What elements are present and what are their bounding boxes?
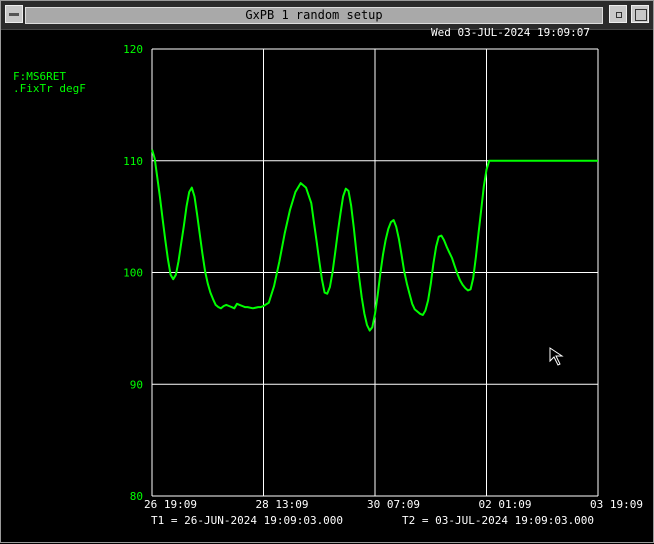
x-tick-label: 02 01:09 xyxy=(479,498,532,511)
x-tick-label: 28 13:09 xyxy=(256,498,309,511)
y-tick-label: 110 xyxy=(123,155,143,168)
y-tick-label: 100 xyxy=(123,267,143,280)
x-tick-label: 30 07:09 xyxy=(367,498,420,511)
time-range-end: T2 = 03-JUL-2024 19:09:03.000 xyxy=(402,514,594,527)
x-tick-label: 26 19:09 xyxy=(144,498,197,511)
y-tick-label: 120 xyxy=(123,43,143,56)
plot-window: GxPB 1 random setup Wed 03-JUL-2024 19:0… xyxy=(0,0,654,543)
y-tick-label: 90 xyxy=(130,378,143,391)
mouse-pointer-icon xyxy=(549,347,564,366)
x-tick-label: 03 19:09 xyxy=(590,498,643,511)
time-range-start: T1 = 26-JUN-2024 19:09:03.000 xyxy=(151,514,343,527)
trend-chart: 120 110 100 90 8026 19:09 28 13:09 30 07:09 02 … xyxy=(123,43,643,527)
y-tick-label: 80 xyxy=(130,490,143,503)
